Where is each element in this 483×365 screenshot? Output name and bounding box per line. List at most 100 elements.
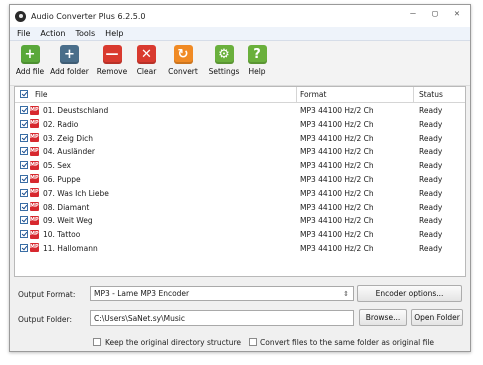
header-status[interactable]: Status [419,90,443,99]
menu-file[interactable]: File [12,29,35,38]
row-checkbox[interactable] [20,202,28,211]
mp3-file-icon: MP3 [30,229,43,239]
toolbar-label: Add folder [50,67,89,76]
row-status: Ready [419,133,443,143]
mp3-file-icon: MP3 [30,243,43,253]
row-file-name: 11. Hallomann [43,243,98,253]
menu-bar: File Action Tools Help [10,27,470,41]
output-format-value: MP3 - Lame MP3 Encoder [94,289,190,298]
row-checkbox[interactable] [20,243,28,252]
row-checkbox[interactable] [20,216,28,225]
row-format: MP3 44100 Hz/2 Ch [300,230,374,240]
title-bar: Audio Converter Plus 6.2.5.0 — ▢ ✕ [10,5,470,27]
add-folder-button[interactable]: + Add folder [47,41,92,76]
keep-structure-checkbox[interactable] [93,338,101,346]
file-list[interactable]: File Format Status MP3 01. Deustschland MP… [14,86,466,277]
row-status: Ready [419,161,443,171]
app-logo-icon [15,10,26,22]
select-all-checkbox[interactable] [20,90,28,98]
output-format-select[interactable]: MP3 - Lame MP3 Encoder ⇕ [90,286,354,301]
table-row[interactable]: MP3 09. Weit Weg MP3 44100 Hz/2 Ch Ready [15,213,465,227]
row-format: MP3 44100 Hz/2 Ch [300,119,374,129]
table-row[interactable]: MP3 05. Sex MP3 44100 Hz/2 Ch Ready [15,158,465,172]
convert-icon: ↻ [173,45,193,64]
row-checkbox[interactable] [20,133,28,142]
table-row[interactable]: MP3 06. Puppe MP3 44100 Hz/2 Ch Ready [15,172,465,186]
add-file-icon: + [20,45,40,64]
table-row[interactable]: MP3 08. Diamant MP3 44100 Hz/2 Ch Ready [15,200,465,214]
output-folder-label: Output Folder: [18,315,73,324]
row-format: MP3 44100 Hz/2 Ch [300,174,374,184]
toolbar: + Add file + Add folder — Remove ✕ Clear ↻ Conver… [10,41,470,86]
settings-button[interactable]: ⚙ Settings [205,41,243,76]
row-file-name: 08. Diamant [43,202,90,212]
row-checkbox[interactable] [20,119,28,128]
same-folder-label[interactable]: Convert files to the same folder as orig… [260,338,434,347]
row-checkbox[interactable] [20,147,28,156]
table-row[interactable]: MP3 10. Tattoo MP3 44100 Hz/2 Ch Ready [15,227,465,241]
help-button[interactable]: ? Help [245,41,269,76]
chevron-updown-icon: ⇕ [343,289,349,298]
list-header: File Format Status [15,87,465,103]
table-row[interactable]: MP3 01. Deustschland MP3 44100 Hz/2 Ch Read… [15,103,465,117]
mp3-file-icon: MP3 [30,202,43,212]
maximize-button[interactable]: ▢ [428,9,442,20]
clear-icon: ✕ [137,45,156,64]
clear-button[interactable]: ✕ Clear [132,41,161,76]
browse-button[interactable]: Browse... [359,309,407,326]
row-file-name: 01. Deustschland [43,106,109,115]
row-file-name: 09. Weit Weg [43,216,93,226]
help-icon: ? [247,45,267,64]
mp3-file-icon: MP3 [30,119,43,129]
list-body: MP3 01. Deustschland MP3 44100 Hz/2 Ch Read… [15,103,465,255]
output-format-label: Output Format: [18,290,76,299]
mp3-file-icon: MP3 [30,133,43,143]
app-window: Audio Converter Plus 6.2.5.0 — ▢ ✕ File … [9,4,471,352]
row-file-name: 07. Was Ich Liebe [43,188,109,198]
row-format: MP3 44100 Hz/2 Ch [300,216,374,226]
mp3-file-icon: MP3 [30,174,43,184]
mp3-file-icon: MP3 [30,215,43,225]
table-row[interactable]: MP3 11. Hallomann MP3 44100 Hz/2 Ch Ready [15,241,465,255]
mp3-file-icon: MP3 [30,188,43,198]
table-row[interactable]: MP3 04. Ausländer MP3 44100 Hz/2 Ch Ready [15,144,465,158]
row-checkbox[interactable] [20,161,28,170]
row-format: MP3 44100 Hz/2 Ch [300,106,374,115]
header-file[interactable]: File [35,90,48,99]
add-file-button[interactable]: + Add file [15,41,45,76]
row-format: MP3 44100 Hz/2 Ch [300,147,374,157]
menu-action[interactable]: Action [35,29,70,38]
row-format: MP3 44100 Hz/2 Ch [300,243,374,253]
row-file-name: 04. Ausländer [43,147,95,157]
row-format: MP3 44100 Hz/2 Ch [300,188,374,198]
menu-help[interactable]: Help [100,29,128,38]
minimize-button[interactable]: — [406,9,420,20]
same-folder-checkbox[interactable] [249,338,257,346]
convert-button[interactable]: ↻ Convert [163,41,203,76]
row-checkbox[interactable] [20,188,28,197]
mp3-file-icon: MP3 [30,146,43,156]
row-file-name: 03. Zeig Dich [43,133,94,143]
window-title: Audio Converter Plus 6.2.5.0 [31,11,146,21]
row-status: Ready [419,106,443,115]
row-format: MP3 44100 Hz/2 Ch [300,161,374,171]
row-checkbox[interactable] [20,106,28,114]
toolbar-label: Clear [136,67,157,76]
row-file-name: 02. Radio [43,119,79,129]
keep-structure-label[interactable]: Keep the original directory structure [105,338,241,347]
menu-tools[interactable]: Tools [70,29,100,38]
row-status: Ready [419,202,443,212]
output-folder-value: C:\Users\SaNet.sy\Music [94,313,185,323]
open-folder-button[interactable]: Open Folder [411,309,463,326]
toolbar-label: Remove [96,67,128,76]
output-folder-input[interactable]: C:\Users\SaNet.sy\Music [90,310,354,326]
remove-button[interactable]: — Remove [94,41,130,76]
encoder-options-button[interactable]: Encoder options... [357,285,462,302]
header-format[interactable]: Format [300,90,326,99]
row-checkbox[interactable] [20,174,28,183]
close-button[interactable]: ✕ [450,9,464,20]
table-row[interactable]: MP3 03. Zeig Dich MP3 44100 Hz/2 Ch Ready [15,131,465,145]
table-row[interactable]: MP3 02. Radio MP3 44100 Hz/2 Ch Ready [15,117,465,131]
table-row[interactable]: MP3 07. Was Ich Liebe MP3 44100 Hz/2 Ch Rea… [15,186,465,200]
row-checkbox[interactable] [20,230,28,239]
